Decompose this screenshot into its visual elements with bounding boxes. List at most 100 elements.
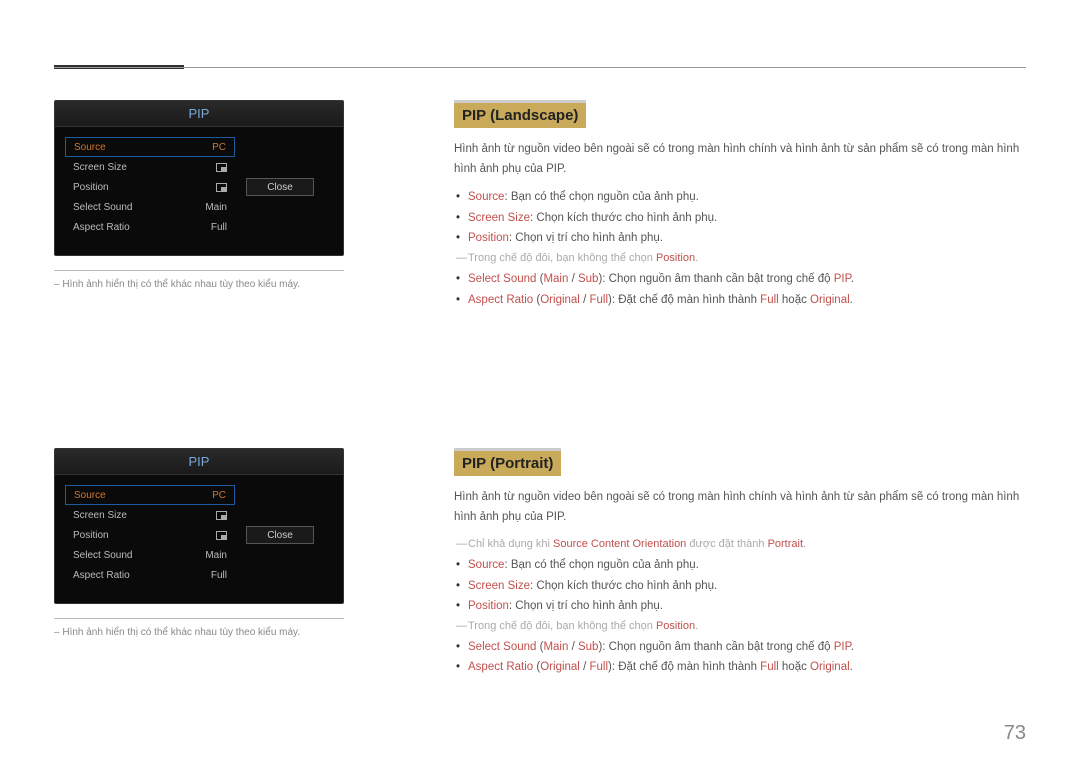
page-number: 73 [1004,722,1026,745]
pip-row-select-sound[interactable]: Select Sound Main [65,197,235,217]
text: . [851,641,854,653]
term: Select Sound [468,273,536,285]
text: được đặt thành [686,538,767,550]
pip-label: Position [73,530,109,541]
opt: Original [540,294,580,306]
text: . [850,294,853,306]
opt: Full [589,294,608,306]
text: hoặc [779,661,810,673]
term: PIP [834,273,851,285]
text: : Chọn vị trí cho hình ảnh phụ. [509,232,663,244]
bullet-screen: Screen Size: Chọn kích thước cho hình ản… [468,208,1026,229]
term: Position [656,620,695,632]
image-note-text: Hình ảnh hiển thị có thể khác nhau tùy t… [62,627,300,638]
pip-row-aspect-ratio[interactable]: Aspect Ratio Full [65,565,235,585]
pip-window-landscape: PIP Source PC Screen Size Position Selec… [54,100,344,256]
term: Aspect Ratio [468,294,533,306]
bullet-position: Position: Chọn vị trí cho hình ảnh phụ. [468,228,1026,249]
pip-window-body: Source PC Screen Size Position Select So… [55,127,343,247]
image-note: – Hình ảnh hiển thị có thể khác nhau tùy… [54,279,416,290]
bullet-source: Source: Bạn có thể chọn nguồn của ảnh ph… [468,187,1026,208]
term: Screen Size [468,580,530,592]
pip-label: Screen Size [73,510,127,521]
pip-label: Select Sound [73,550,133,561]
close-button[interactable]: Close [246,526,314,544]
pip-menu-list: Source PC Screen Size Position Select So… [65,137,235,237]
pip-value: Main [205,202,227,213]
right-column-portrait: PIP (Portrait) Hình ảnh từ nguồn video b… [454,448,1026,678]
term: Position [468,600,509,612]
pip-value: PC [212,142,226,153]
text: . [695,620,698,632]
sub-note-double: Trong chế độ đôi, bạn không thể chọn Pos… [454,617,1026,637]
pip-row-position[interactable]: Position [65,525,235,545]
pip-row-aspect-ratio[interactable]: Aspect Ratio Full [65,217,235,237]
bullet-select-sound: Select Sound (Main / Sub): Chọn nguồn âm… [468,637,1026,658]
pip-footer [55,595,343,603]
term: Screen Size [468,212,530,224]
opt: Main [543,641,568,653]
bullet-list-2: Select Sound (Main / Sub): Chọn nguồn âm… [454,269,1026,310]
text: : Chọn vị trí cho hình ảnh phụ. [509,600,663,612]
opt: Sub [578,641,598,653]
pip-size-icon [216,163,227,172]
section-heading-landscape: PIP (Landscape) [454,100,586,128]
pip-row-screen-size[interactable]: Screen Size [65,157,235,177]
pip-label: Aspect Ratio [73,222,130,233]
text: . [851,273,854,285]
term: Aspect Ratio [468,661,533,673]
pip-value: Full [211,570,227,581]
image-note-text: Hình ảnh hiển thị có thể khác nhau tùy t… [62,279,300,290]
text: : Đặt chế độ màn hình thành [612,661,760,673]
term: Source [468,559,504,571]
left-column-top: PIP Source PC Screen Size Position Selec… [54,100,416,290]
divider [54,618,344,619]
text: : Chọn nguồn âm thanh cần bật trong chế … [602,273,833,285]
text: . [803,538,806,550]
text: Trong chế độ đôi, bạn không thể chọn [468,620,656,632]
pip-window-body: Source PC Screen Size Position Select So… [55,475,343,595]
val: Full [760,294,779,306]
section-heading-portrait: PIP (Portrait) [454,448,561,476]
pip-label: Screen Size [73,162,127,173]
pip-row-screen-size[interactable]: Screen Size [65,505,235,525]
term: Source [468,191,504,203]
sub-note-availability: Chỉ khả dụng khi Source Content Orientat… [454,535,1026,555]
val: Original [810,661,850,673]
pip-label: Aspect Ratio [73,570,130,581]
text: : Chọn kích thước cho hình ảnh phụ. [530,212,717,224]
pip-row-position[interactable]: Position [65,177,235,197]
pip-row-source[interactable]: Source PC [65,137,235,157]
pip-label: Source [74,490,106,501]
term: PIP [834,641,851,653]
right-column-landscape: PIP (Landscape) Hình ảnh từ nguồn video … [454,100,1026,310]
term: Position [468,232,509,244]
bullet-aspect: Aspect Ratio (Original / Full): Đặt chế … [468,290,1026,311]
text: Chỉ khả dụng khi [468,538,553,550]
text: : Chọn nguồn âm thanh cần bật trong chế … [602,641,833,653]
opt: Main [543,273,568,285]
left-column-bottom: PIP Source PC Screen Size Position Selec… [54,448,416,638]
pip-window-portrait: PIP Source PC Screen Size Position Selec… [54,448,344,604]
pip-row-source[interactable]: Source PC [65,485,235,505]
close-button[interactable]: Close [246,178,314,196]
text: Trong chế độ đôi, bạn không thể chọn [468,252,656,264]
bullet-source: Source: Bạn có thể chọn nguồn của ảnh ph… [468,555,1026,576]
text: hoặc [779,294,810,306]
bullet-list-2: Select Sound (Main / Sub): Chọn nguồn âm… [454,637,1026,678]
text: : Đặt chế độ màn hình thành [612,294,760,306]
bullet-screen: Screen Size: Chọn kích thước cho hình ản… [468,576,1026,597]
bullet-list: Source: Bạn có thể chọn nguồn của ảnh ph… [454,555,1026,617]
pip-footer [55,247,343,255]
sub-note-double: Trong chế độ đôi, bạn không thể chọn Pos… [454,249,1026,269]
val: Original [810,294,850,306]
pip-row-select-sound[interactable]: Select Sound Main [65,545,235,565]
text: . [695,252,698,264]
text: . [850,661,853,673]
text: : Bạn có thể chọn nguồn của ảnh phụ. [504,559,698,571]
text: : Chọn kích thước cho hình ảnh phụ. [530,580,717,592]
pip-value: PC [212,490,226,501]
pip-label: Position [73,182,109,193]
header-rule [54,67,1026,68]
val: Full [760,661,779,673]
